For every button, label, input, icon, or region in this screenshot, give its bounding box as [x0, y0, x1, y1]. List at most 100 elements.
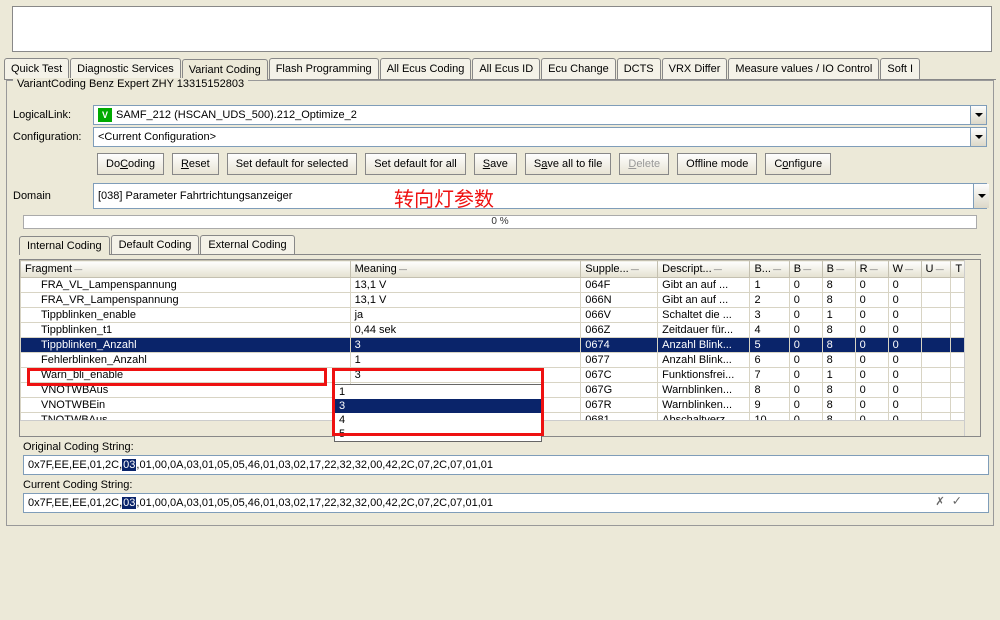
cell-fragment: Tippblinken_enable	[21, 308, 351, 323]
offline-mode-button[interactable]: Offline mode	[677, 153, 757, 175]
chevron-down-icon[interactable]	[970, 106, 986, 124]
tab-all-ecus-id[interactable]: All Ecus ID	[472, 58, 540, 79]
tab-vrx-differ[interactable]: VRX Differ	[662, 58, 728, 79]
original-coding-field[interactable]: 0x7F,EE,EE,01,2C,03,01,00,0A,03,01,05,05…	[23, 455, 989, 475]
cell: 0	[855, 278, 888, 293]
col-header-descript[interactable]: Descript... —	[658, 261, 750, 278]
dropdown-option[interactable]: 4	[335, 413, 541, 427]
chevron-down-icon[interactable]	[970, 128, 986, 146]
top-empty-panel	[12, 6, 992, 52]
cell: 4	[750, 323, 789, 338]
tab-dcts[interactable]: DCTS	[617, 58, 661, 79]
table-row[interactable]: Warn_bli_enable3067CFunktionsfrei...7010…	[21, 368, 980, 383]
subtab-internal-coding[interactable]: Internal Coding	[19, 236, 110, 255]
cell: 6	[750, 353, 789, 368]
logical-link-value: SAMF_212 (HSCAN_UDS_500).212_Optimize_2	[116, 109, 357, 121]
col-header-b2[interactable]: B —	[789, 261, 822, 278]
set-default-selected-button[interactable]: Set default for selected	[227, 153, 358, 175]
dropdown-option[interactable]: 3	[335, 399, 541, 413]
col-header-b3[interactable]: B —	[822, 261, 855, 278]
cell: 9	[750, 398, 789, 413]
domain-value: [038] Parameter Fahrtrichtungsanzeiger	[98, 190, 292, 202]
table-row[interactable]: Tippblinken_Anzahl30674Anzahl Blink...50…	[21, 338, 980, 353]
tab-all-ecus-coding[interactable]: All Ecus Coding	[380, 58, 472, 79]
chevron-down-icon[interactable]	[973, 184, 989, 208]
current-coding-field[interactable]: 0x7F,EE,EE,01,2C,03,01,00,0A,03,01,05,05…	[23, 493, 989, 513]
tab-soft-i[interactable]: Soft I	[880, 58, 920, 79]
cell-meaning: 0,44 sek	[350, 323, 581, 338]
cell: Schaltet die ...	[658, 308, 750, 323]
col-header-r[interactable]: R —	[855, 261, 888, 278]
orig-post: ,01,00,0A,03,01,05,05,46,01,03,02,17,22,…	[136, 459, 493, 471]
value-dropdown[interactable]: 1345	[334, 384, 542, 442]
cell: 8	[750, 383, 789, 398]
cell-fragment: VNOTWBEin	[21, 398, 351, 413]
tab-ecu-change[interactable]: Ecu Change	[541, 58, 616, 79]
cell: 0	[789, 293, 822, 308]
cell: 064F	[581, 278, 658, 293]
table-row[interactable]: Tippblinken_enableja066VSchaltet die ...…	[21, 308, 980, 323]
reset-button[interactable]: Reset	[172, 153, 219, 175]
cell: 0	[789, 353, 822, 368]
dropdown-option[interactable]: 5	[335, 427, 541, 441]
table-row[interactable]: FRA_VL_Lampenspannung13,1 V064FGibt an a…	[21, 278, 980, 293]
cell: 067G	[581, 383, 658, 398]
cell-fragment: FRA_VL_Lampenspannung	[21, 278, 351, 293]
col-header-fragment[interactable]: Fragment —	[21, 261, 351, 278]
configuration-value: <Current Configuration>	[98, 131, 216, 143]
original-coding-label: Original Coding String:	[23, 441, 977, 453]
cell: 8	[822, 398, 855, 413]
coding-grid[interactable]: Fragment —Meaning —Supple... —Descript..…	[19, 259, 981, 437]
tab-measure-values-io-control[interactable]: Measure values / IO Control	[728, 58, 879, 79]
current-coding-label: Current Coding String:	[23, 479, 977, 491]
col-header-u[interactable]: U —	[921, 261, 951, 278]
table-row[interactable]: Tippblinken_t10,44 sek066ZZeitdauer für.…	[21, 323, 980, 338]
cell-meaning: 13,1 V	[350, 278, 581, 293]
cell: 0	[789, 308, 822, 323]
cell	[921, 398, 951, 413]
domain-combo[interactable]: [038] Parameter Fahrtrichtungsanzeiger 转…	[93, 183, 987, 209]
cell	[921, 323, 951, 338]
logical-link-combo[interactable]: V SAMF_212 (HSCAN_UDS_500).212_Optimize_…	[93, 105, 987, 125]
configuration-combo[interactable]: <Current Configuration>	[93, 127, 987, 147]
subtab-default-coding[interactable]: Default Coding	[111, 235, 200, 254]
tab-variant-coding[interactable]: Variant Coding	[182, 59, 268, 80]
cell: 8	[822, 353, 855, 368]
cell: 2	[750, 293, 789, 308]
cell: 1	[822, 308, 855, 323]
apply-cancel-icons[interactable]: ✗ ✓	[936, 493, 961, 509]
subtab-external-coding[interactable]: External Coding	[200, 235, 294, 254]
dropdown-option[interactable]: 1	[335, 385, 541, 399]
do-coding-button[interactable]: Do Coding	[97, 153, 164, 175]
col-header-b1[interactable]: B... —	[750, 261, 789, 278]
set-default-all-button[interactable]: Set default for all	[365, 153, 466, 175]
configure-button[interactable]: Configure	[765, 153, 831, 175]
cell: 0	[855, 398, 888, 413]
cell: Zeitdauer für...	[658, 323, 750, 338]
cell-fragment: Tippblinken_Anzahl	[21, 338, 351, 353]
tab-flash-programming[interactable]: Flash Programming	[269, 58, 379, 79]
table-row[interactable]: FRA_VR_Lampenspannung13,1 V066NGibt an a…	[21, 293, 980, 308]
col-header-meaning[interactable]: Meaning —	[350, 261, 581, 278]
tab-diagnostic-services[interactable]: Diagnostic Services	[70, 58, 181, 79]
curr-post: ,01,00,0A,03,01,05,05,46,01,03,02,17,22,…	[136, 497, 493, 509]
col-header-supple[interactable]: Supple... —	[581, 261, 658, 278]
col-header-w[interactable]: W —	[888, 261, 921, 278]
button-bar: Do Coding Reset Set default for selected…	[97, 149, 987, 181]
orig-pre: 0x7F,EE,EE,01,2C,	[28, 459, 122, 471]
cell: 0	[855, 323, 888, 338]
cell: 7	[750, 368, 789, 383]
table-row[interactable]: Fehlerblinken_Anzahl10677Anzahl Blink...…	[21, 353, 980, 368]
cell: 0	[855, 338, 888, 353]
vertical-scrollbar[interactable]	[964, 260, 980, 436]
cell: 0	[789, 398, 822, 413]
tab-quick-test[interactable]: Quick Test	[4, 58, 69, 79]
save-all-button[interactable]: Save all to file	[525, 153, 612, 175]
cell: 5	[750, 338, 789, 353]
save-button[interactable]: Save	[474, 153, 517, 175]
curr-hl: 03	[122, 497, 136, 509]
cell: 0	[789, 383, 822, 398]
cell: 0	[888, 293, 921, 308]
main-tabstrip: Quick TestDiagnostic ServicesVariant Cod…	[4, 58, 996, 80]
cell	[921, 353, 951, 368]
